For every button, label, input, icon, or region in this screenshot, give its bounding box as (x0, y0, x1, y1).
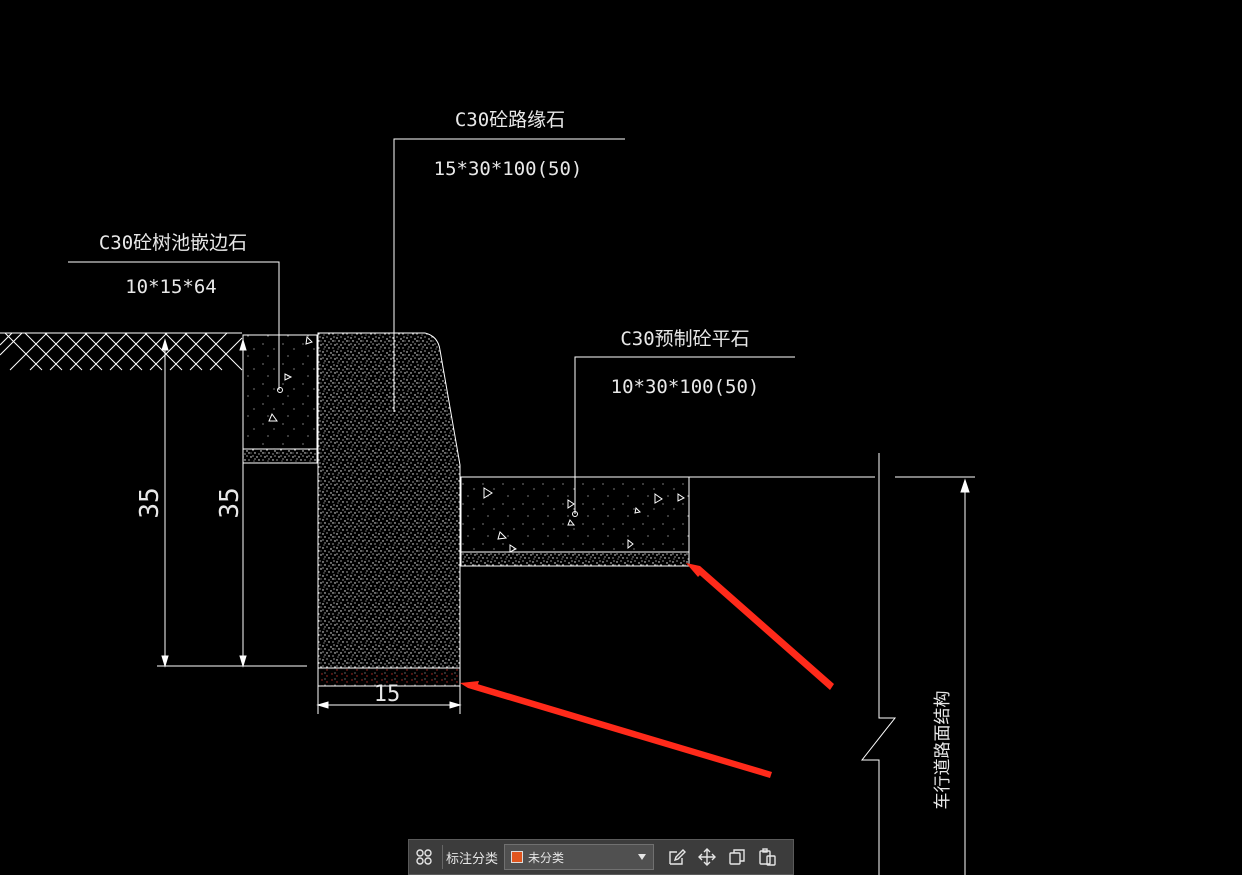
curb-title: C30砼路缘石 (455, 109, 565, 131)
road-structure-label: 车行道路面结构 (933, 691, 953, 810)
tree-edge-spec: 10*15*64 (125, 276, 217, 298)
annotation-arrows (460, 563, 834, 778)
dim-height-inner: 35 (215, 487, 245, 518)
toolbar-divider (442, 845, 443, 869)
category-label: 标注分类 (446, 851, 499, 867)
category-value: 未分类 (528, 850, 565, 865)
curb-spec: 15*30*100(50) (434, 158, 583, 180)
chevron-down-icon (638, 854, 647, 860)
flat-stone-title: C30预制砼平石 (620, 328, 749, 350)
tree-edge-stone (242, 334, 318, 464)
curb-stone (317, 332, 461, 687)
paste-icon[interactable] (752, 842, 782, 872)
dim-height-left: 35 (135, 487, 165, 518)
red-arrow-lower (460, 683, 772, 778)
copy-icon[interactable] (722, 842, 752, 872)
tree-edge-title: C30砼树池嵌边石 (99, 232, 247, 254)
edit-icon[interactable] (662, 842, 692, 872)
cad-drawing-canvas[interactable]: C30砼路缘石 15*30*100(50) C30砼树池嵌边石 10*15*64… (0, 0, 1242, 875)
red-arrow-upper (686, 563, 834, 690)
category-color-swatch (511, 851, 524, 863)
annotation-toolbar: 标注分类 未分类 (408, 839, 794, 875)
move-icon[interactable] (692, 842, 722, 872)
category-dropdown[interactable]: 未分类 (504, 844, 655, 870)
flat-stone-spec: 10*30*100(50) (611, 376, 760, 398)
grid-icon[interactable] (409, 842, 439, 872)
dim-width-bottom: 15 (374, 682, 401, 707)
ground-hatch (0, 332, 243, 371)
road-structure-lines (689, 453, 975, 875)
red-arrow-lower-head (460, 681, 479, 690)
